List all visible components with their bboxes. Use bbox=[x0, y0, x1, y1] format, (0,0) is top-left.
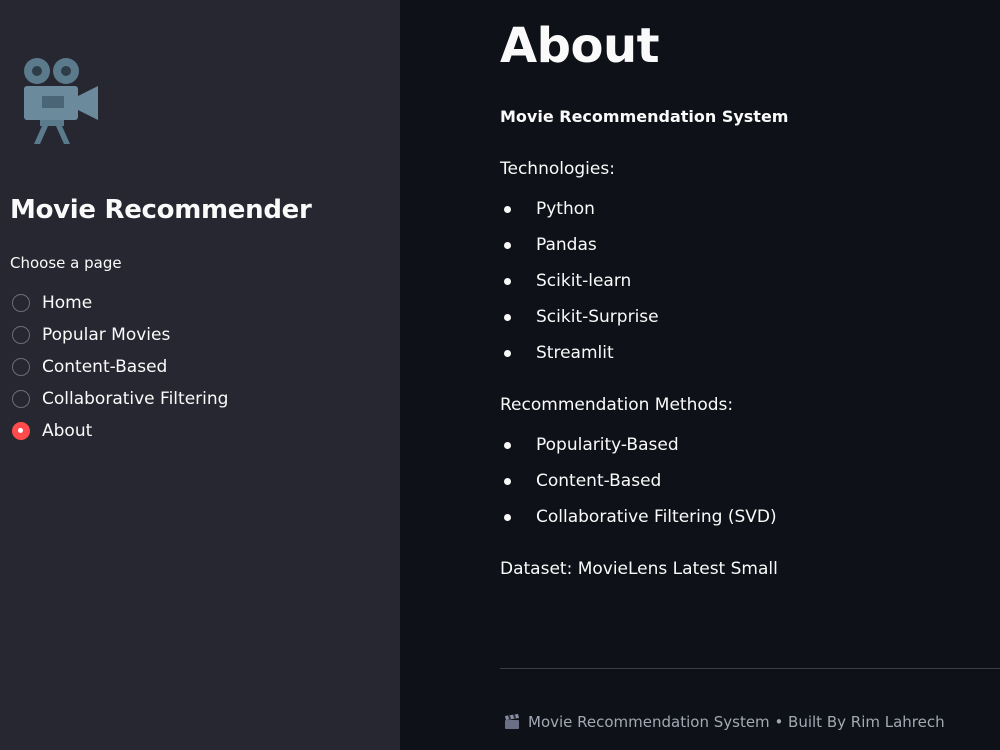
main-content: About Movie Recommendation System Techno… bbox=[400, 0, 1000, 750]
radio-option-label: Home bbox=[42, 293, 93, 313]
list-item: Popularity-Based bbox=[500, 433, 980, 469]
radio-option-label: Content-Based bbox=[42, 357, 168, 377]
radio-option-home[interactable]: Home bbox=[12, 287, 228, 319]
radio-option-collaborative-filtering[interactable]: Collaborative Filtering bbox=[12, 383, 228, 415]
list-item: Scikit-learn bbox=[500, 269, 980, 305]
radio-option-label: Collaborative Filtering bbox=[42, 389, 229, 409]
footer: Movie Recommendation System • Built By R… bbox=[504, 713, 945, 731]
app: Movie Recommender Choose a page Home Pop… bbox=[0, 0, 1000, 750]
list-item: Pandas bbox=[500, 233, 980, 269]
radio-button[interactable] bbox=[12, 294, 30, 312]
methods-heading: Recommendation Methods: bbox=[500, 395, 734, 415]
radio-option-label: Popular Movies bbox=[42, 325, 171, 345]
about-content: Movie Recommendation System Technologies… bbox=[500, 105, 980, 581]
radio-button-selected[interactable] bbox=[12, 422, 30, 440]
page-title: About bbox=[500, 18, 660, 74]
radio-option-about[interactable]: About bbox=[12, 415, 228, 447]
footer-text: Movie Recommendation System • Built By R… bbox=[528, 713, 945, 731]
page-selector: Home Popular Movies Content-Based Collab… bbox=[12, 287, 228, 447]
technologies-list: Python Pandas Scikit-learn Scikit-Surpri… bbox=[500, 197, 980, 377]
sidebar: Movie Recommender Choose a page Home Pop… bbox=[0, 0, 400, 750]
radio-button[interactable] bbox=[12, 390, 30, 408]
movie-camera-icon bbox=[24, 58, 98, 144]
page-selector-label: Choose a page bbox=[10, 254, 122, 272]
radio-option-content-based[interactable]: Content-Based bbox=[12, 351, 228, 383]
technologies-heading: Technologies: bbox=[500, 159, 615, 179]
list-item: Content-Based bbox=[500, 469, 980, 505]
methods-list: Popularity-Based Content-Based Collabora… bbox=[500, 433, 980, 541]
dataset-text: Dataset: MovieLens Latest Small bbox=[500, 559, 778, 579]
list-item: Scikit-Surprise bbox=[500, 305, 980, 341]
divider bbox=[500, 668, 1000, 669]
sidebar-title: Movie Recommender bbox=[10, 195, 312, 225]
radio-button[interactable] bbox=[12, 326, 30, 344]
radio-option-popular-movies[interactable]: Popular Movies bbox=[12, 319, 228, 351]
radio-button[interactable] bbox=[12, 358, 30, 376]
app-subtitle: Movie Recommendation System bbox=[500, 107, 789, 126]
clapperboard-icon bbox=[505, 714, 519, 729]
list-item: Streamlit bbox=[500, 341, 980, 377]
radio-option-label: About bbox=[42, 421, 93, 441]
list-item: Python bbox=[500, 197, 980, 233]
list-item: Collaborative Filtering (SVD) bbox=[500, 505, 980, 541]
